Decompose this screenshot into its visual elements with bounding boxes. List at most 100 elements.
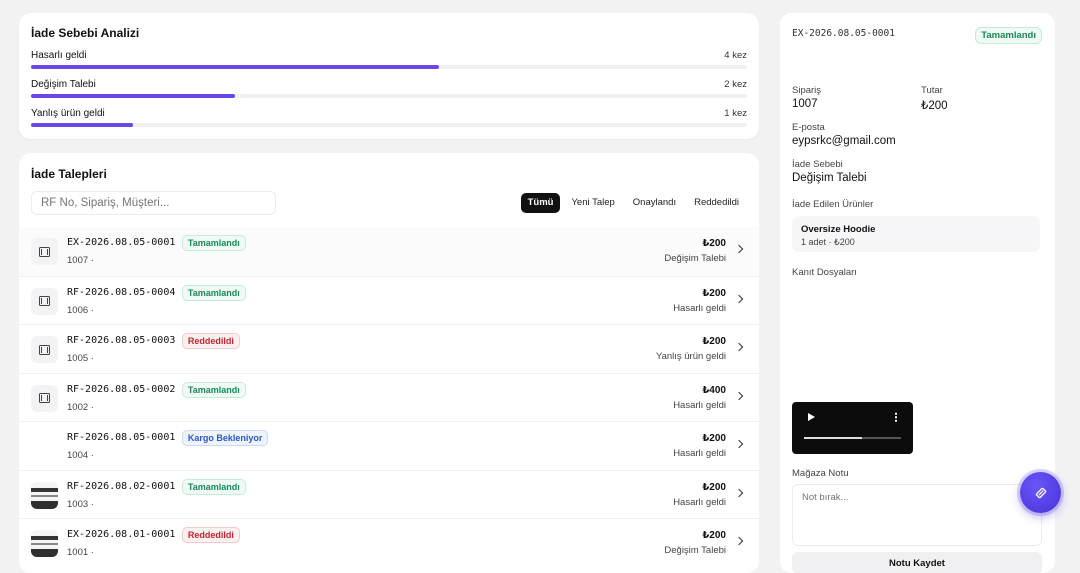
product-name: Oversize Hoodie [801, 224, 876, 235]
filter-tab-new-request[interactable]: Yeni Talep [564, 193, 621, 213]
media-thumbnail [31, 287, 58, 315]
order-number: 1004 · [67, 450, 94, 461]
request-detail-panel: EX-2026.08.05-0001 Tamamlandı Sipariş 10… [780, 13, 1055, 573]
analysis-title: İade Sebebi Analizi [31, 26, 140, 40]
request-row[interactable]: RF-2026.08.05-0004 Tamamlandı 1006 · ₺200 Ha… [19, 275, 759, 325]
magic-wand-icon [1035, 487, 1046, 498]
product-photo-thumbnail [31, 481, 58, 509]
status-badge: Tamamlandı [181, 235, 246, 251]
reason-label: Yanlış ürün geldi [31, 108, 105, 119]
request-row[interactable]: RF-2026.08.05-0002 Tamamlandı 1002 · ₺400 Ha… [19, 372, 759, 422]
return-reason-analysis-card: İade Sebebi Analizi Hasarlı geldi 4 kez … [19, 13, 759, 139]
search-input[interactable] [31, 191, 276, 215]
chevron-right-icon[interactable] [734, 244, 744, 254]
order-label: Sipariş [792, 85, 822, 96]
request-amount: ₺200 [702, 433, 726, 444]
detail-status-badge: Tamamlandı [975, 27, 1042, 44]
request-id: EX-2026.08.05-0001 [67, 237, 176, 248]
request-reason: Hasarlı geldi [673, 302, 726, 314]
filter-tab-all[interactable]: Tümü [520, 193, 561, 213]
chevron-right-icon[interactable] [734, 488, 744, 497]
media-thumbnail [31, 238, 58, 265]
film-icon [39, 246, 50, 257]
store-note-label: Mağaza Notu [792, 468, 849, 479]
return-requests-card: İade Talepleri Tümü Yeni Talep Onaylandı… [19, 153, 759, 573]
request-amount: ₺200 [702, 336, 726, 347]
reason-count: 4 kez [724, 50, 747, 61]
request-row[interactable]: RF-2026.08.05-0001 Kargo Bekleniyor 1004 ·… [19, 421, 759, 470]
product-photo-thumbnail [31, 530, 58, 557]
total-value: ₺200 [921, 100, 948, 112]
detail-request-id: EX-2026.08.05-0001 [792, 28, 895, 39]
returned-products-label: İade Edilen Ürünler [792, 199, 874, 210]
request-row[interactable]: RF-2026.08.02-0001 Tamamlandı 1003 · ₺200 Ha… [19, 469, 759, 519]
reason-bar-track [31, 94, 747, 98]
status-filter-tabs: Tümü Yeni Talep Onaylandı Reddedildi [520, 193, 746, 213]
request-amount: ₺200 [702, 481, 726, 493]
save-note-button[interactable]: Notu Kaydet [792, 552, 1042, 573]
film-icon [39, 393, 50, 403]
chevron-right-icon[interactable] [734, 342, 744, 352]
total-label: Tutar [921, 85, 943, 96]
return-reason-label: İade Sebebi [792, 159, 843, 170]
film-icon [39, 344, 50, 355]
video-progress-bar[interactable] [804, 437, 901, 439]
request-reason: Değişim Talebi [664, 545, 726, 556]
store-note-textarea[interactable] [792, 484, 1042, 546]
returned-product-item: Oversize Hoodie 1 adet · ₺200 [792, 216, 1040, 252]
filter-tab-rejected[interactable]: Reddedildi [687, 193, 746, 213]
request-reason: Hasarlı geldi [673, 448, 726, 459]
more-options-icon[interactable] [895, 412, 897, 422]
request-reason: Yanlış ürün geldi [655, 351, 726, 362]
request-id: RF-2026.08.05-0003 [67, 335, 176, 346]
request-id: RF-2026.08.05-0001 [67, 432, 176, 443]
status-badge: Kargo Bekleniyor [181, 430, 269, 446]
request-reason: Hasarlı geldi [673, 399, 726, 411]
request-id: RF-2026.08.05-0004 [67, 286, 176, 298]
request-row[interactable]: EX-2026.08.01-0001 Reddedildi 1001 · ₺200 De… [19, 518, 759, 567]
chevron-right-icon[interactable] [734, 536, 744, 546]
chevron-right-icon[interactable] [734, 439, 744, 449]
order-number: 1001 · [67, 547, 94, 558]
request-amount: ₺200 [702, 530, 726, 541]
reason-count: 1 kez [724, 108, 747, 119]
order-number: 1005 · [67, 353, 94, 364]
reason-bar-fill [31, 123, 134, 127]
request-amount: ₺200 [702, 287, 726, 299]
request-id: EX-2026.08.01-0001 [67, 529, 176, 540]
media-thumbnail [31, 384, 58, 412]
order-number: 1007 · [67, 255, 94, 266]
request-amount: ₺400 [702, 384, 726, 396]
order-number: 1002 · [67, 401, 94, 413]
reason-row: Hasarlı geldi 4 kez [31, 50, 747, 74]
order-number: 1006 · [67, 304, 94, 316]
reason-count: 2 kez [724, 79, 747, 90]
reason-label: Hasarlı geldi [31, 50, 87, 61]
return-reason-value: Değişim Talebi [792, 172, 867, 184]
reason-bar-track [31, 123, 747, 127]
order-number: 1003 · [67, 498, 94, 510]
reason-row: Yanlış ürün geldi 1 kez [31, 108, 747, 132]
request-id: RF-2026.08.02-0001 [67, 480, 176, 492]
film-icon [39, 296, 50, 306]
evidence-files-label: Kanıt Dosyaları [792, 267, 857, 278]
request-reason: Değişim Talebi [664, 253, 726, 264]
play-icon[interactable] [808, 413, 815, 421]
requests-title: İade Talepleri [31, 167, 107, 181]
evidence-video-player[interactable] [792, 402, 913, 454]
chevron-right-icon[interactable] [734, 294, 744, 303]
reason-label: Değişim Talebi [31, 79, 96, 90]
reason-bar-track [31, 65, 747, 69]
request-row[interactable]: EX-2026.08.05-0001 Tamamlandı 1007 · ₺200 De… [19, 227, 759, 276]
request-amount: ₺200 [702, 238, 726, 249]
order-value: 1007 [792, 98, 818, 110]
filter-tab-approved[interactable]: Onaylandı [626, 193, 683, 213]
request-row[interactable]: RF-2026.08.05-0003 Reddedildi 1005 · ₺200 Ya… [19, 324, 759, 373]
chevron-right-icon[interactable] [734, 391, 744, 400]
media-thumbnail [31, 336, 58, 363]
status-badge: Tamamlandı [181, 381, 246, 398]
assistant-fab-button[interactable] [1020, 472, 1061, 513]
empty-thumbnail [31, 433, 58, 460]
email-label: E-posta [792, 122, 825, 133]
status-badge: Reddedildi [181, 527, 240, 543]
